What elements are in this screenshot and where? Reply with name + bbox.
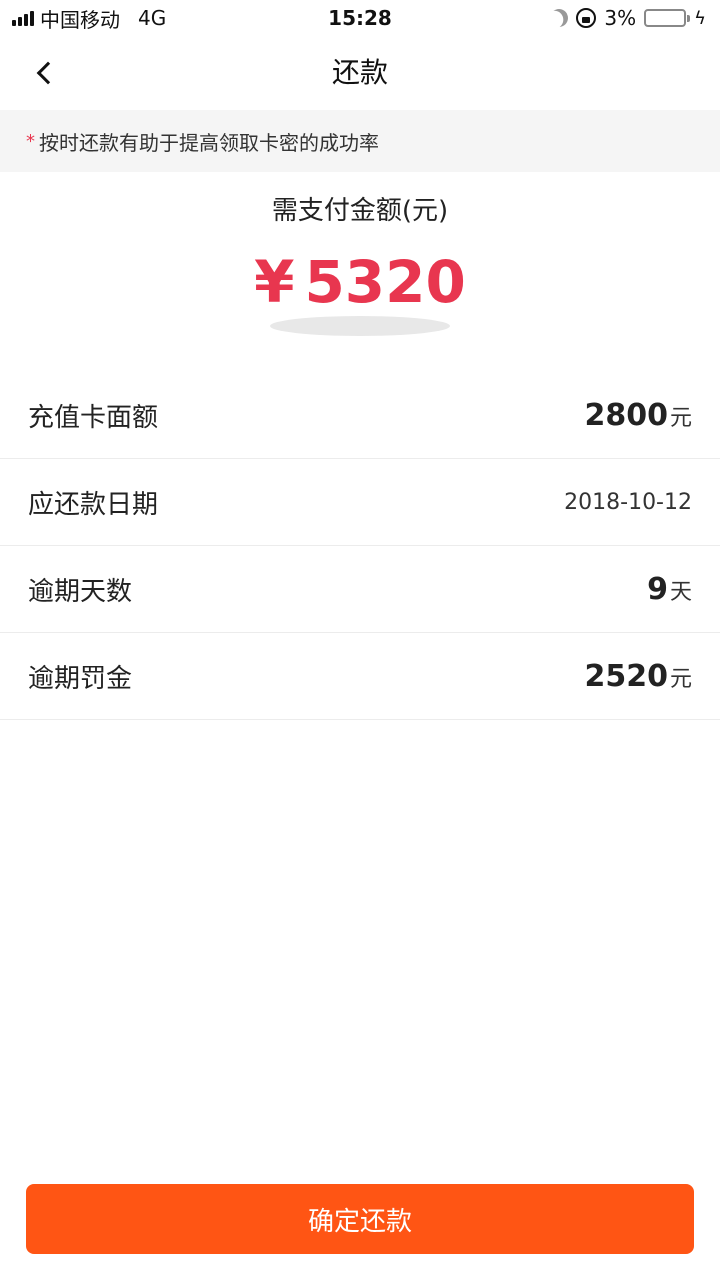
battery-percent: 3% [604, 6, 637, 30]
repayment-notice: * 按时还款有助于提高领取卡密的成功率 [0, 110, 720, 172]
face-value-unit: 元 [669, 405, 692, 431]
moon-icon [548, 6, 571, 29]
amount-value: ¥5320 [0, 248, 720, 316]
due-date-text: 2018-10-12 [564, 489, 692, 515]
battery-icon [644, 9, 691, 27]
status-left: 中国移动 4G [12, 0, 166, 36]
charging-bolt-icon: ϟ [694, 7, 706, 29]
overdue-days-unit: 天 [669, 579, 692, 605]
face-value-label: 充值卡面额 [28, 402, 159, 433]
penalty-value: 2520元 [584, 659, 692, 694]
penalty-number: 2520 [584, 658, 668, 694]
amount-shadow [270, 316, 450, 336]
repayment-screen: 中国移动 4G 15:28 3% ϟ 还款 * 按时还款有助于提高领取卡密的成功… [0, 0, 720, 1280]
status-right: 3% ϟ [550, 0, 706, 36]
row-due-date: 应还款日期 2018-10-12 [0, 459, 720, 546]
page-title: 还款 [331, 56, 388, 89]
rotation-lock-icon [576, 8, 597, 28]
overdue-days-label: 逾期天数 [28, 576, 133, 607]
overdue-days-value: 9天 [647, 572, 692, 607]
nav-bar: 还款 [0, 36, 720, 110]
amount-number: 5320 [304, 248, 466, 316]
network-type: 4G [138, 6, 167, 30]
carrier-name: 中国移动 [40, 7, 120, 32]
due-date-value: 2018-10-12 [564, 490, 692, 515]
notice-text: 按时还款有助于提高领取卡密的成功率 [39, 130, 379, 155]
overdue-days-number: 9 [647, 571, 668, 607]
due-date-label: 应还款日期 [28, 489, 159, 520]
penalty-unit: 元 [669, 666, 692, 692]
row-overdue-days: 逾期天数 9天 [0, 546, 720, 633]
face-value-value: 2800元 [584, 398, 692, 433]
face-value-number: 2800 [584, 397, 668, 433]
confirm-repayment-button[interactable]: 确定还款 [26, 1184, 694, 1254]
chevron-left-icon [36, 61, 60, 85]
required-asterisk: * [26, 130, 35, 152]
currency-symbol: ¥ [254, 248, 295, 316]
row-face-value: 充值卡面额 2800元 [0, 372, 720, 459]
penalty-label: 逾期罚金 [28, 663, 133, 694]
status-bar: 中国移动 4G 15:28 3% ϟ [0, 0, 720, 36]
repayment-details: 充值卡面额 2800元 应还款日期 2018-10-12 逾期天数 9天 逾期罚… [0, 372, 720, 720]
signal-icon [12, 10, 34, 26]
back-button[interactable] [22, 50, 68, 96]
row-penalty: 逾期罚金 2520元 [0, 633, 720, 720]
amount-label: 需支付金额(元) [271, 196, 449, 226]
